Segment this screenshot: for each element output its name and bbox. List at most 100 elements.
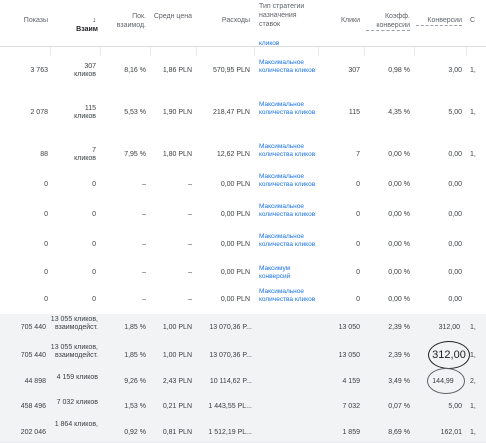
cell-bid-strategy[interactable]: Максимальное количества кликов: [259, 173, 317, 189]
total-avg-cost: 1,00 PLN: [162, 324, 192, 331]
total-cost: 1 512,19 PL...: [208, 429, 252, 436]
annotation-circle: [427, 368, 465, 394]
total-conv-rate: 2,39 %: [388, 352, 410, 359]
table-row[interactable]: 0 0 – – 0,00 PLN Максимум конверсий 0 0,…: [0, 260, 486, 287]
cell-avg-cost: –: [188, 269, 192, 276]
cell-conversions: 3,00: [448, 67, 462, 74]
cell-conversions: 0,00: [448, 181, 462, 188]
cell-bid-strategy[interactable]: Максимальное количества кликов: [259, 143, 317, 159]
cell-interactions: 307 кликов: [74, 63, 96, 78]
campaign-table: Показы ↓ Взаим Пок. взаимод. Средн цена Р…: [0, 0, 486, 443]
total-impressions: 44 898: [24, 378, 46, 385]
header-avg-cost[interactable]: Средн цена: [152, 12, 192, 58]
total-cost: 10 114,62 P...: [209, 378, 252, 385]
cell-cost: 0,00 PLN: [220, 241, 250, 248]
cell-conv-rate: 0,00 %: [388, 181, 410, 188]
total-interactions: 7 032 кликов: [56, 399, 98, 406]
cell-clicks: 0: [356, 211, 360, 218]
cell-interactions: 0: [92, 181, 96, 188]
cell-conversions: 0,00: [448, 151, 462, 158]
cell-interactions: 0: [92, 211, 96, 218]
cell-clicks: 0: [356, 296, 360, 303]
cell-conv-rate: 0,00 %: [388, 151, 410, 158]
cell-conv-rate: 4,35 %: [388, 109, 410, 116]
cell-bid-strategy[interactable]: Максимальное количества кликов: [259, 101, 317, 117]
cell-avg-cost: 1,90 PLN: [162, 109, 192, 116]
cell-interactions: 0: [92, 269, 96, 276]
cell-clicks: 7: [356, 151, 360, 158]
total-impressions: 458 496: [20, 403, 46, 410]
cell-impressions: 88: [40, 151, 48, 158]
cell-conv-rate: 0,00 %: [388, 241, 410, 248]
cell-conversions: 0,00: [448, 296, 462, 303]
total-clicks: 13 050: [338, 324, 360, 331]
total-impressions: 202 046: [20, 429, 46, 436]
total-interactions: 4 159 кликов: [56, 374, 98, 381]
cell-clicks: 307: [348, 67, 360, 74]
cell-interactions: 7 кликов: [74, 147, 96, 162]
cell-interaction-rate: –: [142, 269, 146, 276]
header-interaction-rate[interactable]: Пок. взаимод.: [104, 12, 146, 58]
cell-cost: 0,00 PLN: [220, 296, 250, 303]
total-clicks: 13 050: [338, 352, 360, 359]
total-cost: 13 070,36 P...: [209, 324, 252, 331]
table-row[interactable]: 88 7 кликов 7,95 % 1,80 PLN 12,62 PLN Мак…: [0, 140, 486, 171]
total-cut: 2,: [470, 378, 476, 385]
cell-impressions: 0: [44, 269, 48, 276]
cell-bid-strategy[interactable]: Максимальное количества кликов: [259, 203, 317, 219]
cell-cost: 570,95 PLN: [213, 67, 250, 74]
total-row: 705 440 13 055 кликов, взаимодейст. 1,85…: [0, 342, 486, 371]
table-row[interactable]: 3 763 307 кликов 8,16 % 1,86 PLN 570,95 P…: [0, 56, 486, 87]
annotation-circle: [428, 341, 470, 369]
total-cut: 1,: [470, 403, 476, 410]
total-conv-rate: 8,69 %: [388, 429, 410, 436]
cell-conv-rate: 0,00 %: [388, 296, 410, 303]
cell-interactions: 115 кликов: [74, 105, 96, 120]
table-row[interactable]: 0 0 – – 0,00 PLN Максимальное количества…: [0, 230, 486, 261]
table-row[interactable]: 0 0 – – 0,00 PLN Максимальное количества…: [0, 286, 486, 315]
cell-cost: 218,47 PLN: [213, 109, 250, 116]
cell-interaction-rate: –: [142, 211, 146, 218]
strategy-fragment: кликов: [259, 40, 280, 47]
cell-clicks: 0: [356, 181, 360, 188]
total-impressions: 705 440: [20, 352, 46, 359]
cell-avg-cost: –: [188, 211, 192, 218]
total-interactions: 13 055 кликов, взаимодейст.: [50, 344, 98, 359]
table-row[interactable]: 0 0 – – 0,00 PLN Максимальное количества…: [0, 170, 486, 201]
cell-cut: 1,: [470, 109, 476, 116]
cell-impressions: 0: [44, 181, 48, 188]
total-clicks: 1 859: [342, 429, 360, 436]
total-interaction-rate: 1,85 %: [124, 324, 146, 331]
total-clicks: 4 159: [342, 378, 360, 385]
cell-impressions: 2 078: [30, 109, 48, 116]
total-conversions: 162,01: [440, 429, 462, 436]
total-row: 202 046 1 864 кликов, 0,92 % 0,81 PLN 1 …: [0, 420, 486, 443]
total-cut: 1,: [470, 324, 476, 331]
cell-interactions: 0: [92, 296, 96, 303]
cell-bid-strategy[interactable]: Максимум конверсий: [259, 265, 317, 281]
cell-impressions: 3 763: [30, 67, 48, 74]
total-conv-rate: 2,39 %: [388, 324, 410, 331]
total-conversions: 312,00: [438, 324, 460, 331]
total-interaction-rate: 0,92 %: [124, 429, 146, 436]
total-interaction-rate: 1,53 %: [124, 403, 146, 410]
total-impressions: 705 440: [20, 324, 46, 331]
cell-interaction-rate: –: [142, 181, 146, 188]
sort-down-icon: ↓: [92, 17, 97, 24]
total-conv-rate: 3,49 %: [388, 378, 410, 385]
total-avg-cost: 0,21 PLN: [162, 403, 192, 410]
cell-impressions: 0: [44, 296, 48, 303]
cell-interactions: 0: [92, 241, 96, 248]
table-row[interactable]: 0 0 – – 0,00 PLN Максимальное количества…: [0, 200, 486, 231]
cell-interaction-rate: 7,95 %: [124, 151, 146, 158]
total-interaction-rate: 1,85 %: [124, 352, 146, 359]
header-conv-rate[interactable]: Коэфф. конверсии: [366, 12, 410, 58]
cell-cost: 0,00 PLN: [220, 181, 250, 188]
cell-clicks: 0: [356, 269, 360, 276]
cell-conv-rate: 0,00 %: [388, 269, 410, 276]
cell-bid-strategy[interactable]: Максимальное количества кликов: [259, 288, 317, 304]
total-row: 458 496 7 032 кликов 1,53 % 0,21 PLN 1 4…: [0, 394, 486, 421]
table-row[interactable]: 2 078 115 кликов 5,53 % 1,90 PLN 218,47 P…: [0, 86, 486, 141]
cell-bid-strategy[interactable]: Максимальное количества кликов: [259, 233, 317, 249]
cell-bid-strategy[interactable]: Максимальное количества кликов: [259, 59, 317, 75]
